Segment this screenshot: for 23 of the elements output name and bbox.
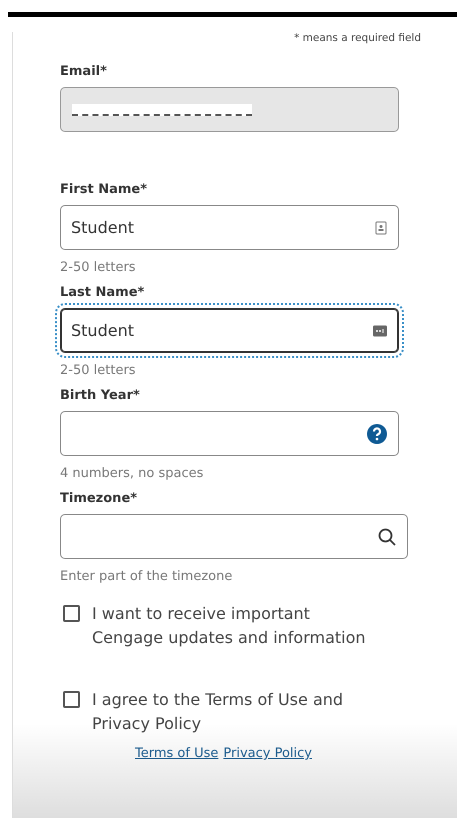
field-label: Email* — [60, 64, 108, 79]
field-hint: 4 numbers, no spaces — [60, 466, 204, 481]
checkbox-label: I want to receive important Cengage updates and information — [92, 603, 367, 649]
field-hint: 2-50 letters — [60, 260, 137, 275]
help-icon[interactable] — [367, 424, 387, 444]
input-field[interactable]: Student — [60, 205, 399, 250]
password-manager-icon[interactable] — [373, 325, 387, 336]
id-card-icon[interactable] — [375, 220, 387, 234]
field-hint: 2-50 letters — [60, 363, 137, 378]
field-label: Timezone* — [60, 491, 138, 506]
footer-link[interactable]: Privacy Policy — [223, 746, 312, 761]
checkbox[interactable] — [63, 605, 80, 622]
field-label: First Name* — [60, 182, 148, 197]
footer-link[interactable]: Terms of Use — [135, 746, 218, 761]
checkbox-label: I agree to the Terms of Use and Privacy Policy — [92, 689, 344, 735]
checkbox[interactable] — [63, 691, 80, 708]
field-hint: Enter part of the timezone — [60, 569, 234, 584]
input-field[interactable] — [60, 411, 399, 456]
field-label: Birth Year* — [60, 388, 141, 403]
search-icon[interactable] — [378, 528, 396, 546]
required-note: * means a required field — [293, 32, 421, 44]
input-field[interactable] — [60, 514, 408, 559]
field-label: Last Name* — [60, 285, 146, 300]
